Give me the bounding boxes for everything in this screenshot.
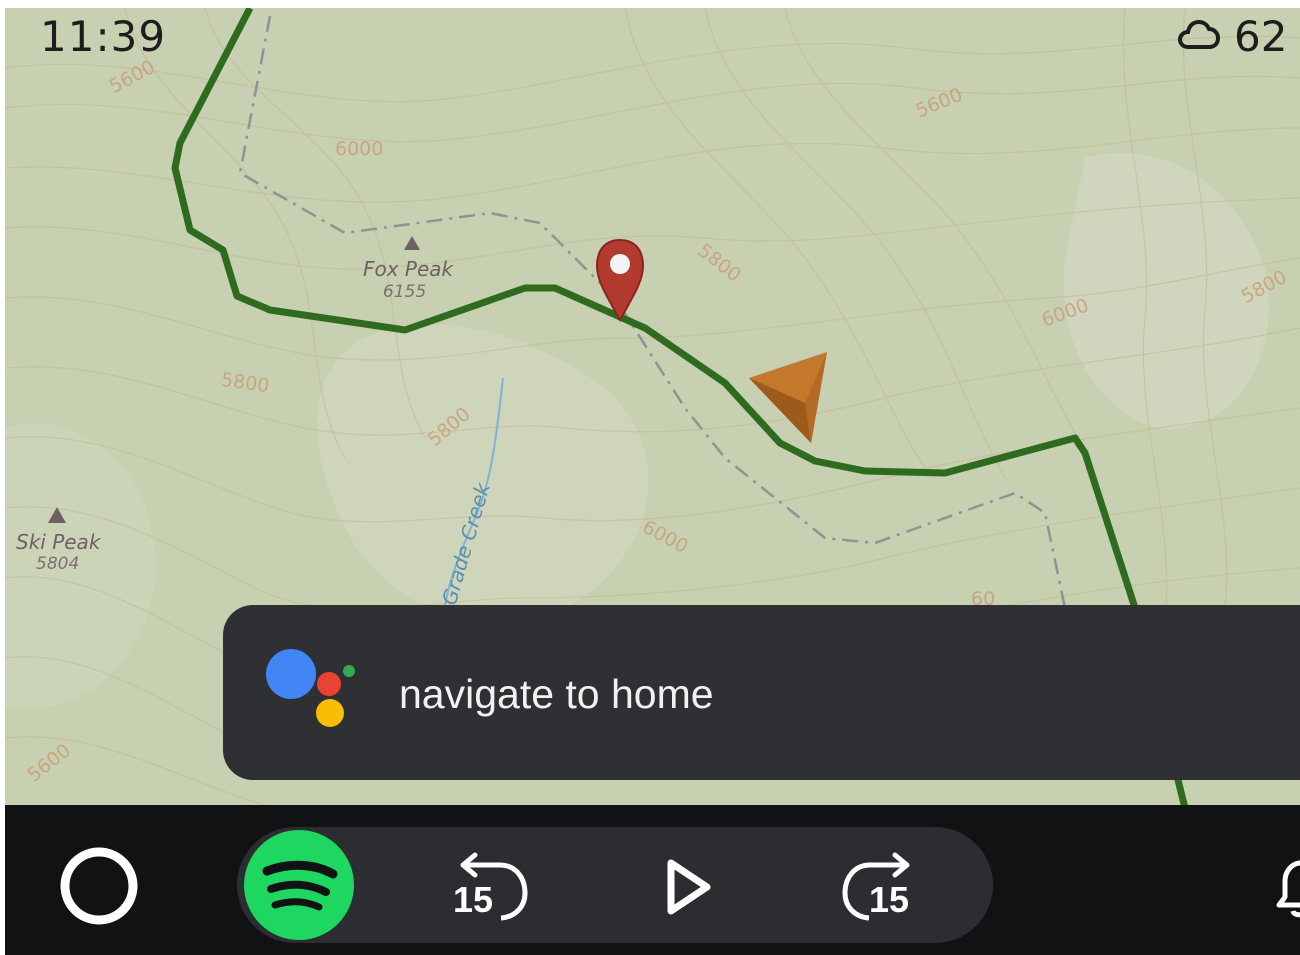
cloud-icon — [1176, 19, 1221, 55]
peak-name: Ski Peak — [16, 530, 101, 554]
peak-elevation: 6155 — [383, 282, 427, 302]
contour-label: 6000 — [335, 138, 384, 160]
rewind-15-button[interactable]: 15 — [445, 847, 535, 929]
temperature: 62 — [1234, 12, 1288, 61]
rewind-seconds: 15 — [453, 879, 494, 920]
weather-status: 62 — [1176, 12, 1287, 61]
forward-15-button[interactable]: 15 — [835, 847, 925, 929]
google-assistant-icon — [265, 649, 357, 733]
android-auto-screen: 5600 6000 5600 5800 6000 5800 5800 5800 … — [0, 0, 1300, 955]
bell-icon — [1276, 860, 1300, 918]
play-icon — [667, 859, 711, 915]
peak-elevation: 5804 — [36, 554, 80, 574]
home-button[interactable] — [59, 846, 139, 930]
status-clock: 11:39 — [40, 12, 167, 61]
assistant-card[interactable]: navigate to home — [223, 605, 1300, 780]
play-button[interactable] — [661, 857, 713, 921]
spotify-icon — [244, 830, 354, 940]
forward-seconds: 15 — [869, 879, 910, 920]
assistant-query: navigate to home — [399, 671, 714, 717]
bottom-bar: 15 15 — [5, 805, 1300, 955]
home-icon — [60, 847, 138, 925]
notifications-button[interactable] — [1269, 853, 1300, 923]
spotify-button[interactable] — [243, 829, 355, 945]
peak-name: Fox Peak — [363, 257, 454, 281]
